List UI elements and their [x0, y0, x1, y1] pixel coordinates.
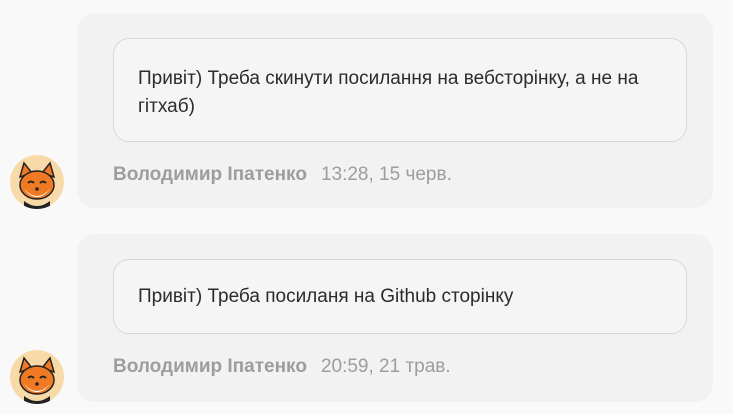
comment-meta: Володимир Іпатенко 13:28, 15 черв. — [113, 164, 452, 186]
comment-meta: Володимир Іпатенко 20:59, 21 трав. — [113, 356, 451, 378]
fox-avatar-icon[interactable] — [10, 350, 64, 404]
comment-text: Привіт) Треба посиланя на Github сторінк… — [113, 259, 687, 334]
comment-feed: Привіт) Треба скинути посилання на вебст… — [0, 0, 733, 414]
author-name[interactable]: Володимир Іпатенко — [113, 164, 307, 185]
comment-timestamp[interactable]: 20:59, 21 трав. — [321, 356, 451, 377]
comment-card: Привіт) Треба скинути посилання на вебст… — [77, 13, 713, 208]
author-name[interactable]: Володимир Іпатенко — [113, 356, 307, 377]
comment-timestamp[interactable]: 13:28, 15 черв. — [321, 164, 452, 185]
comment-text: Привіт) Треба скинути посилання на вебст… — [113, 38, 687, 142]
fox-avatar-icon[interactable] — [10, 155, 64, 209]
comment-card: Привіт) Треба посиланя на Github сторінк… — [77, 234, 713, 402]
